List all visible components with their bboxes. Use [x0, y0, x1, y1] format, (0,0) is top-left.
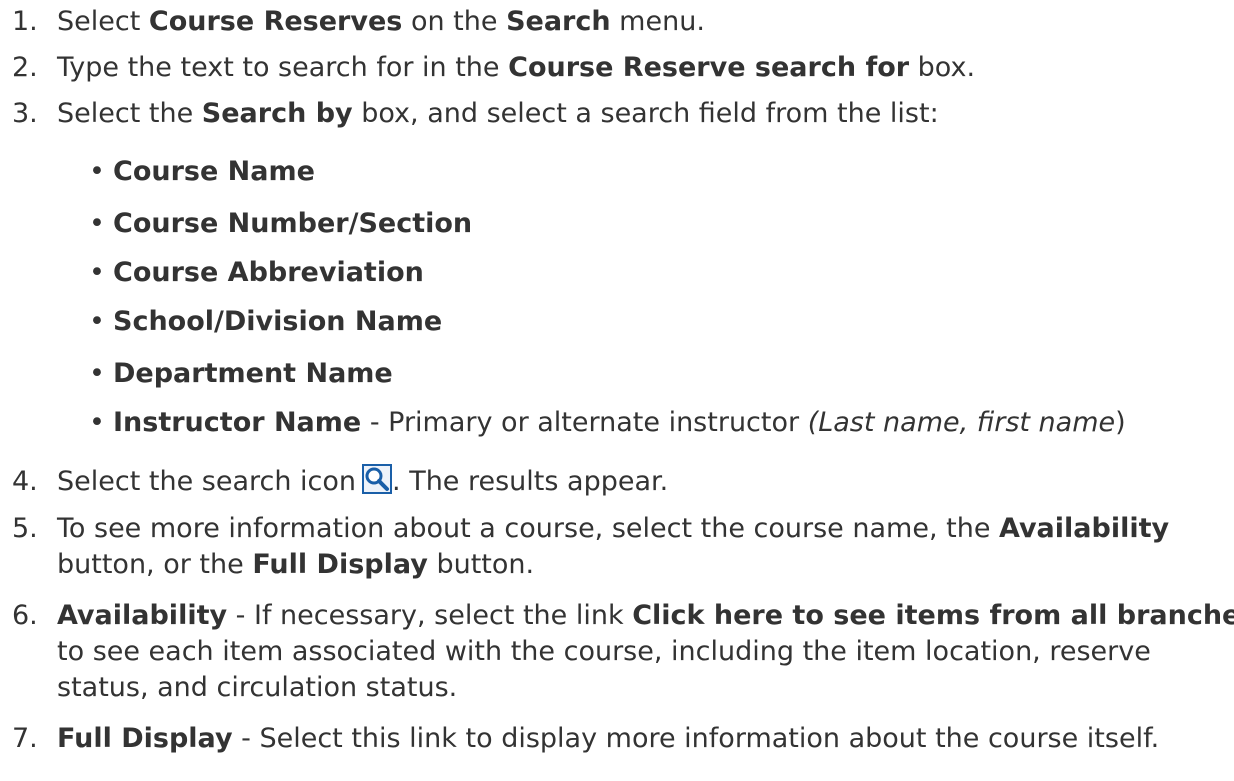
- link-all-branches: Click here to see items from all branche…: [632, 600, 1234, 631]
- full-display-label: Full Display: [57, 723, 233, 754]
- list-item: • Instructor Name - Primary or alternate …: [89, 407, 1126, 438]
- step-text: Select the Search by box, and select a s…: [57, 98, 939, 129]
- step-number: 3.: [12, 98, 38, 129]
- field-search-by: Search by: [201, 98, 353, 129]
- step-text: Select the search icon. The results appe…: [57, 464, 669, 497]
- step-number: 5.: [12, 513, 38, 544]
- step-text: Type the text to search for in the Cours…: [57, 52, 976, 83]
- step-number: 7.: [12, 723, 38, 754]
- step-text: Select Course Reserves on the Search men…: [57, 6, 705, 37]
- step-5-continued: button, or the Full Display button.: [57, 549, 535, 580]
- step-number: 4.: [12, 466, 38, 497]
- menu-search: Search: [506, 6, 611, 37]
- step-text: Full Display - Select this link to displ…: [57, 723, 1160, 754]
- step-number: 1.: [12, 6, 38, 37]
- full-display-button-ref: Full Display: [252, 549, 428, 580]
- search-icon: [362, 464, 393, 494]
- list-item: • Course Number/Section: [89, 208, 473, 239]
- list-item: • Course Name: [89, 156, 315, 187]
- list-item: • School/Division Name: [89, 306, 443, 337]
- field-course-reserve-search-for: Course Reserve search for: [508, 52, 910, 83]
- instructions-document: 1. Select Course Reserves on the Search …: [0, 0, 1234, 781]
- list-item: • Course Abbreviation: [89, 257, 424, 288]
- availability-button-ref: Availability: [999, 513, 1170, 544]
- step-6-continued: status, and circulation status.: [57, 672, 458, 703]
- list-item: • Department Name: [89, 358, 393, 389]
- availability-label: Availability: [57, 600, 228, 631]
- step-number: 6.: [12, 600, 38, 631]
- menu-item-course-reserves: Course Reserves: [148, 6, 403, 37]
- step-number: 2.: [12, 52, 38, 83]
